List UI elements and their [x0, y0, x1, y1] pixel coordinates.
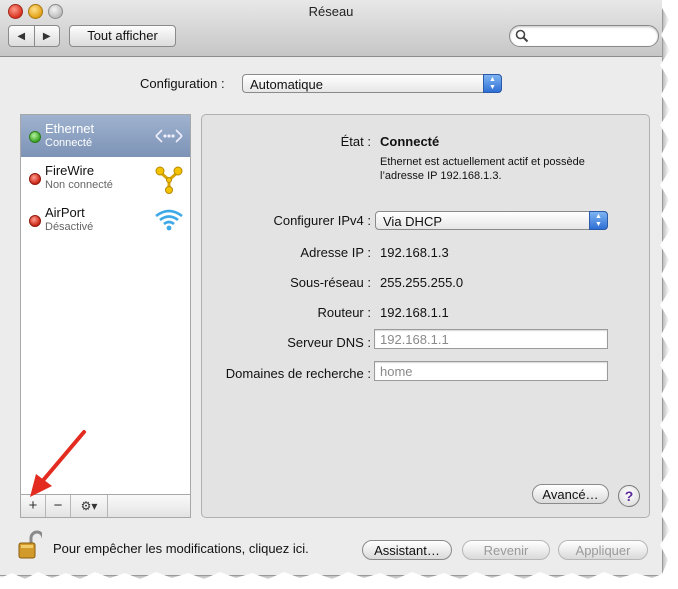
service-status: Désactivé — [45, 221, 94, 233]
status-dot-green-icon — [29, 131, 41, 143]
router-label: Routeur : — [317, 305, 371, 320]
action-gear-button[interactable]: ⚙▾ — [71, 495, 108, 517]
forward-button[interactable]: ▶ — [33, 26, 60, 46]
firewire-icon — [153, 164, 185, 194]
search-domains-label: Domaines de recherche : — [225, 366, 371, 381]
subnet-value: 255.255.255.0 — [380, 275, 464, 290]
state-note: Ethernet est actuellement actif et possè… — [380, 156, 585, 182]
search-icon — [515, 29, 531, 43]
remove-service-button[interactable]: − — [46, 495, 71, 517]
advanced-button[interactable]: Avancé… — [532, 484, 609, 504]
service-item-firewire[interactable]: FireWire Non connecté — [21, 157, 190, 199]
service-name: AirPort — [45, 205, 85, 220]
subnet-label: Sous-réseau : — [290, 275, 371, 290]
back-button[interactable]: ◀ — [9, 26, 34, 46]
status-dot-red-icon — [29, 173, 41, 185]
add-service-button[interactable]: + — [21, 495, 46, 517]
service-item-airport[interactable]: AirPort Désactivé — [21, 199, 190, 241]
assistant-button[interactable]: Assistant… — [362, 540, 452, 560]
window-title: Réseau — [308, 4, 354, 19]
configure-ipv4-value: Via DHCP — [383, 214, 443, 229]
popup-arrows-icon: ▲ ▼ — [589, 211, 608, 230]
lock-open-icon[interactable] — [18, 530, 45, 560]
service-list: Ethernet Connecté FireWire Non connecté — [20, 114, 191, 518]
status-dot-red-icon — [29, 215, 41, 227]
ip-address-value: 192.168.1.3 — [380, 245, 449, 260]
forward-arrow-icon: ▶ — [42, 30, 51, 42]
service-name: FireWire — [45, 163, 95, 178]
configuration-label: Configuration : — [140, 76, 225, 91]
dns-server-input[interactable] — [375, 330, 607, 348]
network-preferences-window: Réseau ◀ ▶ Tout afficher Configuration :… — [0, 0, 663, 576]
service-item-ethernet[interactable]: Ethernet Connecté — [21, 115, 190, 157]
configure-ipv4-label: Configurer IPv4 : — [273, 213, 371, 228]
service-name: Ethernet — [45, 121, 95, 136]
airport-wifi-icon — [153, 206, 185, 234]
ethernet-icon — [153, 122, 185, 150]
service-list-toolbar: + − ⚙▾ — [20, 494, 191, 518]
apply-button[interactable]: Appliquer — [558, 540, 648, 560]
search-domains-field — [374, 361, 608, 381]
configuration-value: Automatique — [250, 77, 323, 92]
title-bar: Réseau ◀ ▶ Tout afficher — [0, 0, 662, 57]
state-label: État : — [340, 134, 371, 149]
router-value: 192.168.1.1 — [380, 305, 449, 320]
back-arrow-icon: ◀ — [17, 30, 26, 42]
service-status: Non connecté — [45, 179, 113, 191]
search-field — [509, 25, 659, 47]
show-all-button[interactable]: Tout afficher — [69, 25, 176, 47]
search-input[interactable] — [532, 28, 654, 45]
popup-arrows-icon: ▲ ▼ — [483, 74, 502, 93]
service-status: Connecté — [45, 137, 93, 149]
ip-address-label: Adresse IP : — [300, 245, 371, 260]
lock-message: Pour empêcher les modifications, cliquez… — [53, 541, 309, 556]
dns-server-label: Serveur DNS : — [287, 335, 371, 350]
dns-server-field — [374, 329, 608, 349]
search-domains-input[interactable] — [375, 362, 607, 380]
configuration-popup[interactable]: Automatique ▲ ▼ — [242, 74, 502, 93]
help-button[interactable]: ? — [618, 485, 640, 507]
revert-button[interactable]: Revenir — [462, 540, 550, 560]
back-forward-control: ◀ ▶ — [8, 25, 60, 47]
state-value: Connecté — [380, 134, 440, 149]
configure-ipv4-popup[interactable]: Via DHCP ▲ ▼ — [375, 211, 608, 230]
